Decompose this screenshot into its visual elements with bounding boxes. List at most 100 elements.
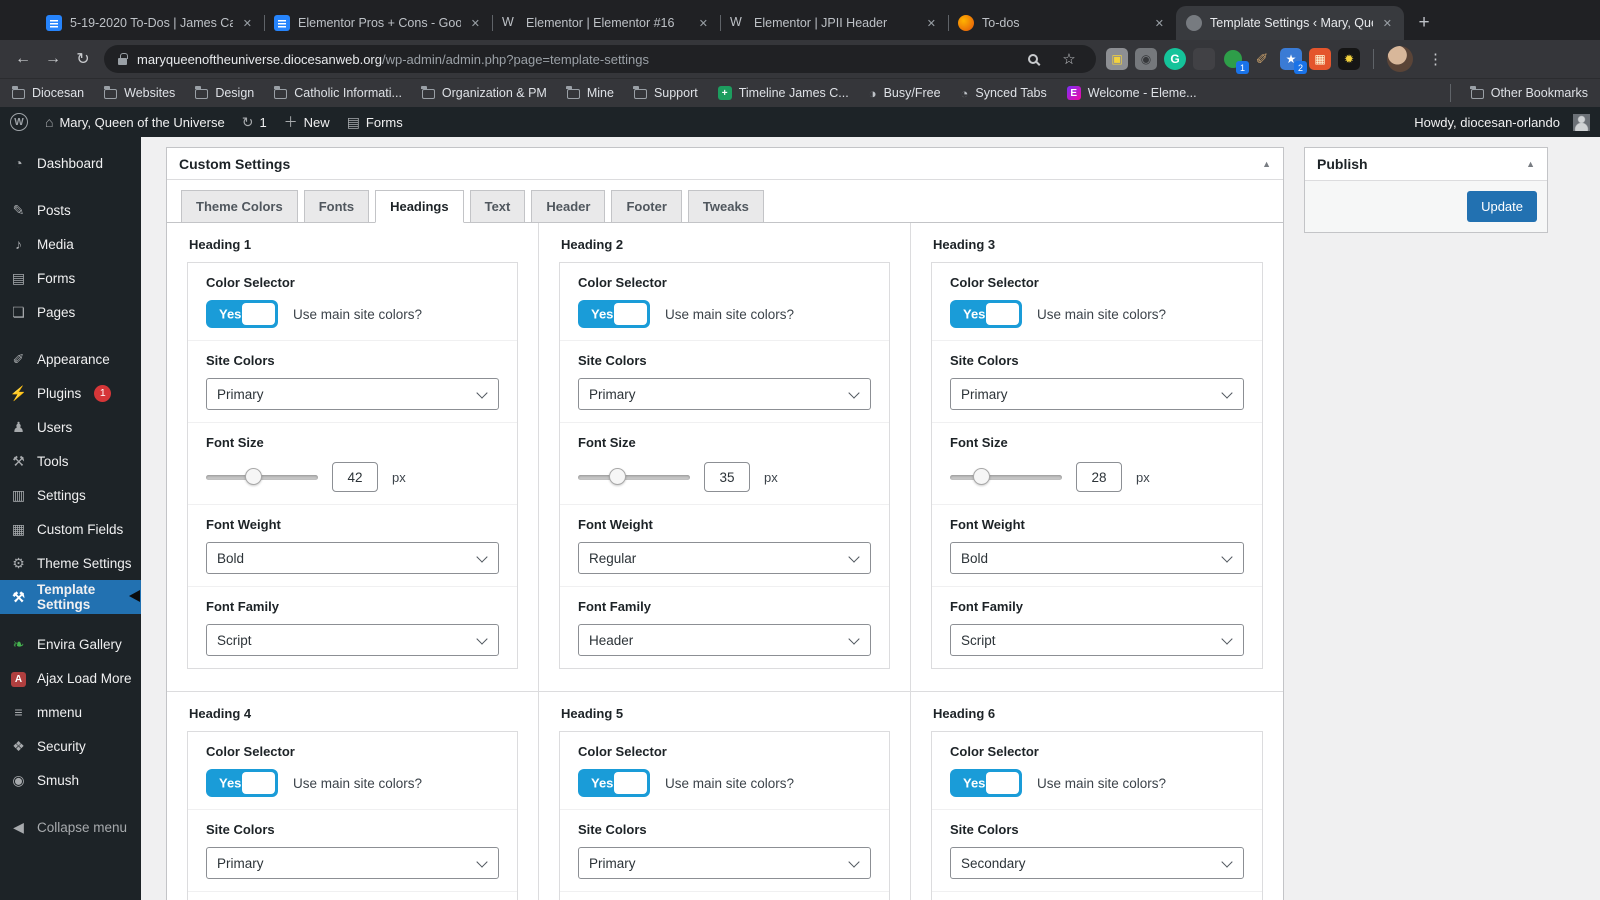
site-colors-select[interactable]: Secondary (950, 847, 1244, 879)
zoom-out-icon[interactable] (1020, 54, 1046, 64)
bookmark-item[interactable]: Design (194, 86, 254, 100)
sidebar-item-envira-gallery[interactable]: ❧ Envira Gallery (0, 627, 141, 661)
site-colors-select[interactable]: Primary (578, 378, 871, 410)
tab-theme-colors[interactable]: Theme Colors (181, 190, 298, 223)
bookmark-extension-icon[interactable]: ★ 2 (1280, 48, 1307, 74)
new-tab-button[interactable]: + (1410, 9, 1438, 37)
bookmark-item[interactable]: Organization & PM (421, 86, 547, 100)
browser-tab[interactable]: Elementor Pros + Cons - Goog ✕ (264, 6, 492, 40)
font-weight-select[interactable]: Regular (578, 542, 871, 574)
bookmark-item[interactable]: Diocesan (11, 86, 84, 100)
font-size-input[interactable] (1076, 462, 1122, 492)
bookmark-item[interactable]: ◔ Synced Tabs (961, 86, 1047, 101)
sidebar-item-security[interactable]: ❖ Security (0, 729, 141, 763)
update-button[interactable]: Update (1467, 191, 1537, 222)
pen-extension-icon[interactable]: ✐ (1251, 48, 1273, 70)
slider-thumb[interactable] (973, 468, 991, 485)
sidebar-item-posts[interactable]: ✎ Posts (0, 193, 141, 227)
browser-tab[interactable]: To-dos ✕ (948, 6, 1176, 40)
grammarly-extension-icon[interactable]: G (1164, 48, 1186, 70)
back-icon[interactable]: ← (8, 44, 38, 74)
sidebar-item-forms[interactable]: ▤ Forms (0, 261, 141, 295)
tab-close-icon[interactable]: ✕ (1381, 17, 1394, 30)
toggle-knob[interactable] (614, 303, 647, 325)
tab-close-icon[interactable]: ✕ (1153, 17, 1166, 30)
site-colors-select[interactable]: Primary (206, 847, 499, 879)
toggle-knob[interactable] (986, 772, 1019, 794)
tab-close-icon[interactable]: ✕ (469, 17, 482, 30)
toggle-knob[interactable] (242, 772, 275, 794)
lightbulb-extension-icon[interactable]: ✹ (1338, 48, 1360, 70)
browser-tab[interactable]: W Elementor | JPII Header ✕ (720, 6, 948, 40)
camera-extension-icon[interactable]: ◉ (1135, 48, 1157, 70)
tab-footer[interactable]: Footer (611, 190, 682, 223)
font-family-select[interactable]: Script (206, 624, 499, 656)
sidebar-item-plugins[interactable]: ⚡ Plugins 1 (0, 376, 141, 410)
admin-bar-new[interactable]: ＋ New (284, 112, 330, 132)
tab-header[interactable]: Header (531, 190, 606, 223)
bookmark-item[interactable]: + Timeline James C... (717, 86, 849, 100)
use-main-colors-toggle[interactable]: Yes (950, 769, 1022, 797)
font-size-slider[interactable] (950, 468, 1062, 486)
toggle-knob[interactable] (614, 772, 647, 794)
bookmark-item[interactable]: Catholic Informati... (273, 86, 402, 100)
sidebar-item-custom-fields[interactable]: ▦ Custom Fields (0, 512, 141, 546)
tab-tweaks[interactable]: Tweaks (687, 190, 764, 223)
other-bookmarks[interactable]: Other Bookmarks (1470, 86, 1588, 100)
sidebar-item-theme-settings[interactable]: ⚙ Theme Settings (0, 546, 141, 580)
slider-thumb[interactable] (609, 468, 627, 485)
disabled-extension-icon[interactable] (1193, 48, 1215, 70)
tab-headings[interactable]: Headings (375, 190, 464, 223)
font-weight-select[interactable]: Bold (206, 542, 499, 574)
admin-bar-forms[interactable]: ▤ Forms (347, 114, 403, 131)
font-family-select[interactable]: Header (578, 624, 871, 656)
sidebar-item-users[interactable]: ♟ Users (0, 410, 141, 444)
bookmark-item[interactable]: Mine (566, 86, 614, 100)
sidebar-item-tools[interactable]: ⚒ Tools (0, 444, 141, 478)
tab-close-icon[interactable]: ✕ (925, 17, 938, 30)
font-family-select[interactable]: Script (950, 624, 1244, 656)
tab-close-icon[interactable]: ✕ (241, 17, 254, 30)
use-main-colors-toggle[interactable]: Yes (206, 769, 278, 797)
browser-tab[interactable]: Template Settings ‹ Mary, Que ✕ (1176, 6, 1404, 40)
admin-bar-site-link[interactable]: ⌂ Mary, Queen of the Universe (45, 114, 225, 130)
screenshot-extension-icon[interactable]: ▣ (1106, 48, 1128, 70)
font-size-input[interactable] (332, 462, 378, 492)
toggle-knob[interactable] (986, 303, 1019, 325)
collapse-triangle-icon[interactable]: ▲ (1262, 159, 1271, 169)
use-main-colors-toggle[interactable]: Yes (206, 300, 278, 328)
red-extension-icon[interactable]: ▦ (1309, 48, 1331, 70)
font-size-slider[interactable] (206, 468, 318, 486)
toggle-knob[interactable] (242, 303, 275, 325)
url-text[interactable]: maryqueenoftheuniverse.diocesanweb.org/w… (137, 52, 1010, 67)
bookmark-item[interactable]: ◑ Busy/Free (869, 86, 941, 101)
slider-thumb[interactable] (245, 468, 263, 485)
browser-tab[interactable]: W Elementor | Elementor #16 ✕ (492, 6, 720, 40)
font-size-slider[interactable] (578, 468, 690, 486)
font-weight-select[interactable]: Bold (950, 542, 1244, 574)
sidebar-item-media[interactable]: ♪ Media (0, 227, 141, 261)
sidebar-item-smush[interactable]: ◉ Smush (0, 763, 141, 797)
use-main-colors-toggle[interactable]: Yes (950, 300, 1022, 328)
admin-bar-updates[interactable]: ↻ 1 (242, 114, 267, 131)
site-colors-select[interactable]: Primary (950, 378, 1244, 410)
tab-text[interactable]: Text (469, 190, 526, 223)
bookmark-star-icon[interactable]: ☆ (1056, 50, 1082, 68)
bookmark-item[interactable]: Support (633, 86, 698, 100)
tab-fonts[interactable]: Fonts (303, 190, 370, 223)
tab-close-icon[interactable]: ✕ (697, 17, 710, 30)
sidebar-item-mmenu[interactable]: ≡ mmenu (0, 695, 141, 729)
browser-tab[interactable]: 5-19-2020 To-Dos | James Cat ✕ (36, 6, 264, 40)
admin-bar-account[interactable]: Howdy, diocesan-orlando (1414, 113, 1590, 131)
sidebar-item-dashboard[interactable]: ◔ Dashboard (0, 146, 141, 180)
site-colors-select[interactable]: Primary (578, 847, 871, 879)
font-size-input[interactable] (704, 462, 750, 492)
reload-icon[interactable]: ↻ (68, 44, 98, 74)
sidebar-item-appearance[interactable]: ✐ Appearance (0, 342, 141, 376)
browser-profile-avatar[interactable] (1387, 46, 1413, 72)
sidebar-item-template-settings[interactable]: ⚒ Template Settings (0, 580, 141, 614)
sidebar-item-pages[interactable]: ❏ Pages (0, 295, 141, 329)
bookmark-item[interactable]: Websites (103, 86, 175, 100)
sidebar-item-settings[interactable]: ▥ Settings (0, 478, 141, 512)
forward-icon[interactable]: → (38, 44, 68, 74)
